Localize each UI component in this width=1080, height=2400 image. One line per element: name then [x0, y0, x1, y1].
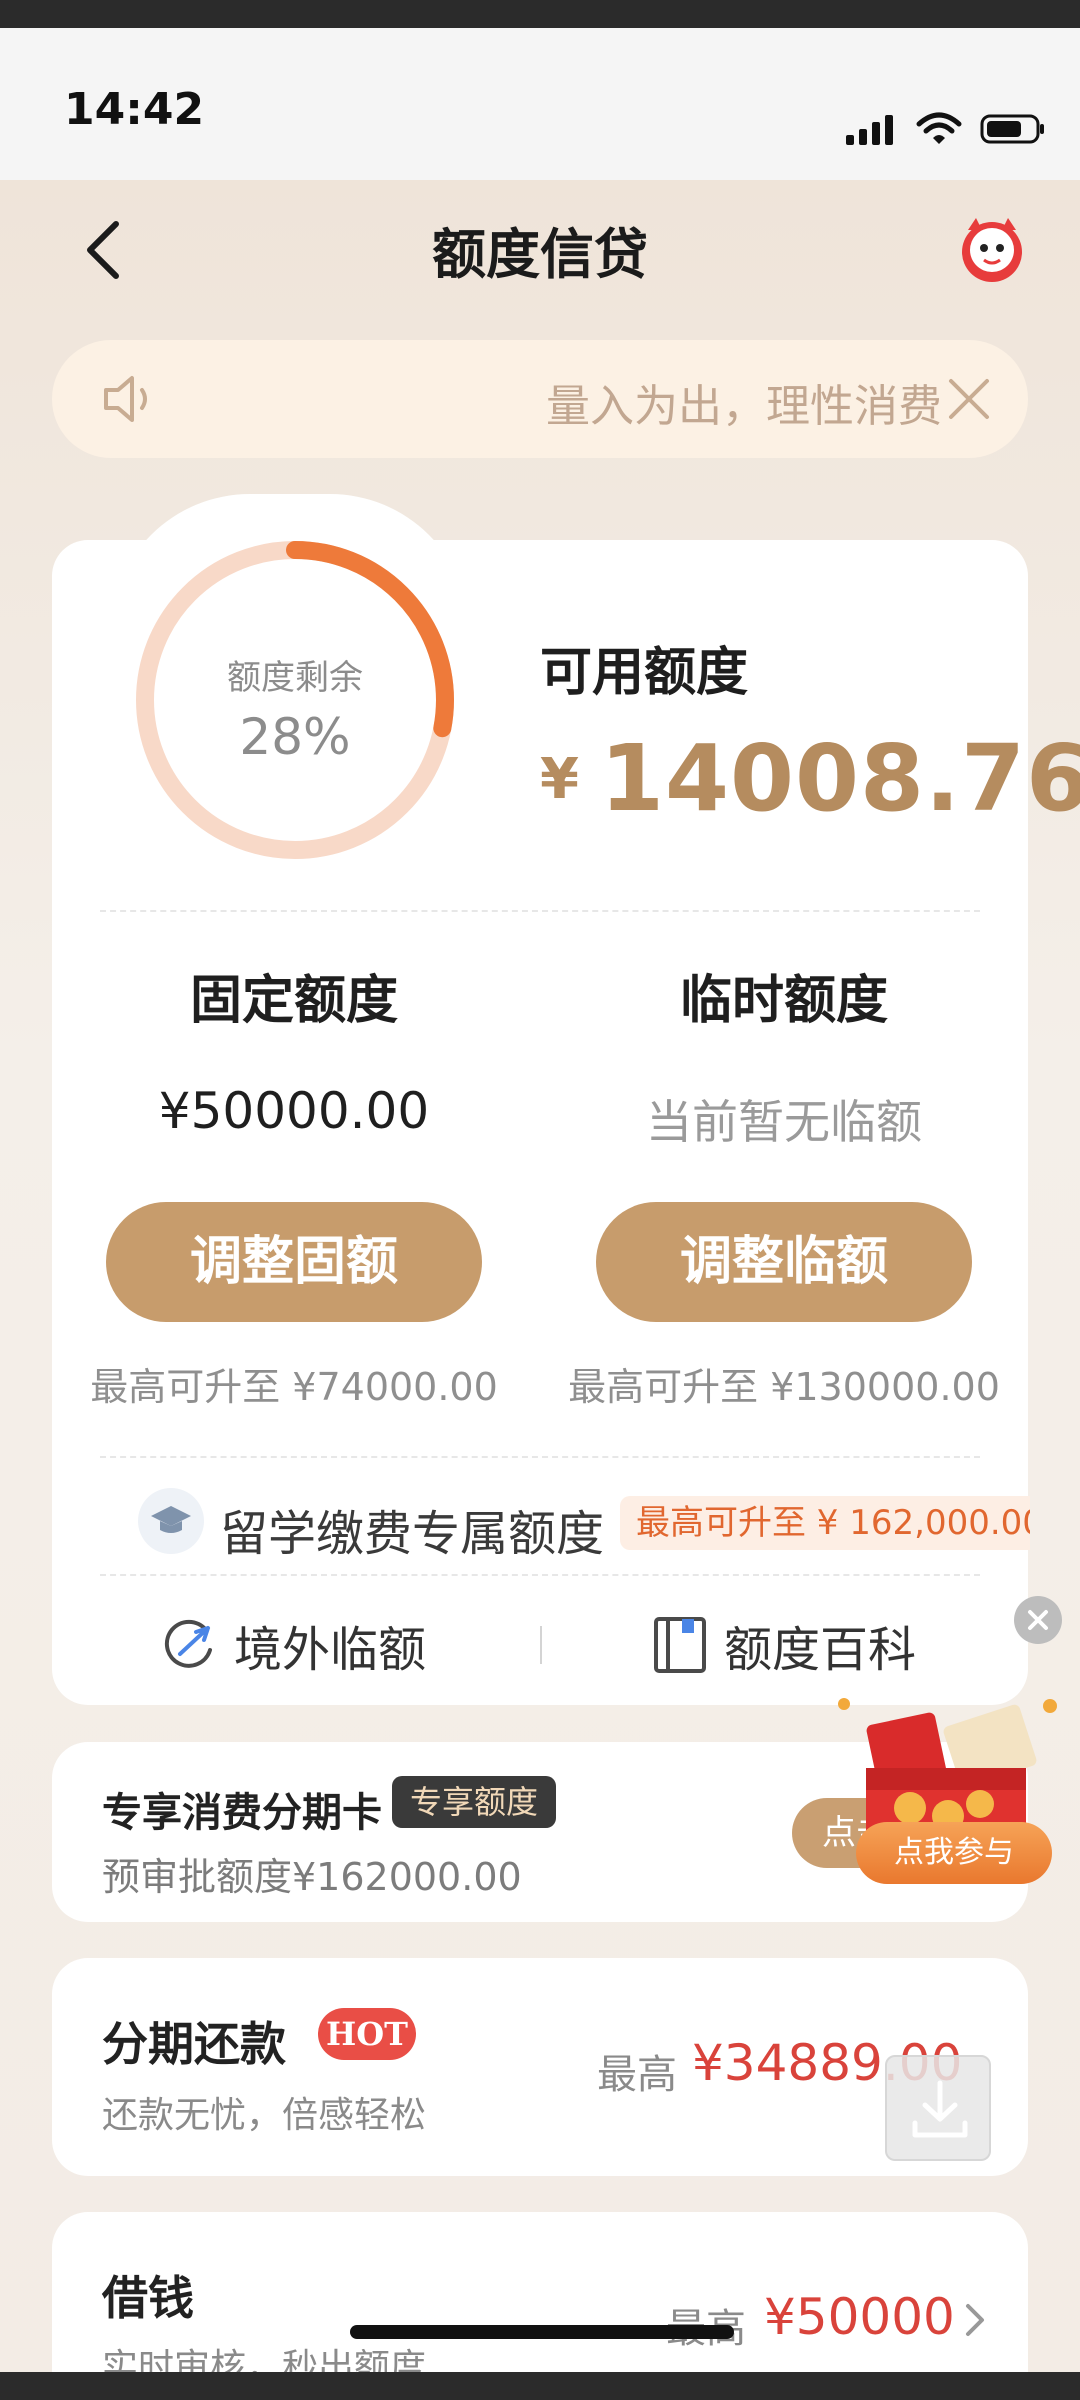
link-separator: [540, 1626, 542, 1664]
status-time: 14:42: [64, 84, 205, 135]
repay-sub: 还款无忧，倍感轻松: [102, 2095, 427, 2136]
close-promo-icon[interactable]: [1014, 1596, 1062, 1644]
battery-icon: [980, 114, 1044, 144]
participate-button[interactable]: 点我参与: [856, 1822, 1052, 1884]
exclusive-badge: 专享额度: [392, 1776, 557, 1828]
study-fee-tag: 最高可升至 ¥ 162,000.00: [620, 1496, 1030, 1550]
divider: [100, 910, 980, 912]
installment-card-title: 专享消费分期卡: [102, 1790, 382, 1836]
fixed-credit-value: ¥50000.00: [158, 1082, 430, 1140]
installment-repay-card[interactable]: 分期还款 HOT 还款无忧，倍感轻松 最高 ¥34889.00: [52, 1958, 1028, 2176]
ring-percent: 28%: [239, 708, 351, 766]
credit-wiki-label: 额度百科: [724, 1622, 917, 1678]
credit-wiki-link[interactable]: 额度百科: [652, 1610, 916, 1680]
currency-symbol: ¥: [540, 747, 580, 812]
hot-badge: HOT: [318, 2008, 416, 2060]
status-icons: [846, 112, 1046, 146]
temp-credit-value: 当前暂无临额: [646, 1095, 922, 1149]
nav-bar: 额度信贷: [0, 180, 1080, 320]
available-amount: ¥14008.76: [540, 725, 1080, 832]
temp-credit-title: 临时额度: [679, 971, 888, 1031]
wifi-icon: [916, 112, 962, 144]
fixed-max-note: 最高可升至 ¥74000.00: [90, 1365, 498, 1409]
graduation-cap-icon: [138, 1488, 204, 1554]
adjust-fixed-button[interactable]: 调整固额: [106, 1202, 482, 1322]
adjust-temp-button[interactable]: 调整临额: [596, 1202, 972, 1322]
borrow-max-value: ¥50000: [764, 2288, 955, 2346]
notice-text: 量入为出，理性消费: [546, 381, 942, 432]
notice-bar: 量入为出，理性消费: [52, 340, 1028, 458]
download-button[interactable]: [885, 2055, 991, 2161]
page-title: 额度信贷: [432, 223, 648, 286]
available-label: 可用额度: [540, 643, 749, 703]
temp-max-note: 最高可升至 ¥130000.00: [568, 1365, 1000, 1409]
home-indicator: [350, 2325, 734, 2339]
plane-globe-icon: [164, 1619, 212, 1668]
signal-icon: [846, 115, 893, 145]
remaining-ring-chart: [136, 541, 454, 859]
study-fee-label: 留学缴费专属额度: [220, 1506, 605, 1562]
available-amount-number: 14008.76: [599, 725, 1080, 832]
download-icon: [912, 2080, 968, 2138]
book-icon: [654, 1617, 706, 1673]
repay-title: 分期还款: [102, 2017, 286, 2071]
speaker-icon: [104, 376, 147, 422]
borrow-title: 借钱: [102, 2271, 194, 2325]
divider: [100, 1456, 980, 1458]
bottom-edge: [0, 2372, 1080, 2400]
divider: [100, 1574, 980, 1576]
overseas-temp-link[interactable]: 境外临额: [160, 1610, 426, 1680]
study-fee-credit-row[interactable]: 留学缴费专属额度 最高可升至 ¥ 162,000.00: [130, 1488, 1030, 1562]
repay-max-label: 最高: [597, 2052, 677, 2098]
quick-links: 境外临额 额度百科: [52, 1600, 1028, 1684]
installment-card-sub: 预审批额度¥162000.00: [102, 1855, 522, 1899]
chevron-right-icon: [966, 2304, 984, 2336]
overseas-temp-label: 境外临额: [234, 1622, 427, 1678]
fixed-credit-title: 固定额度: [189, 971, 398, 1031]
close-notice-icon[interactable]: [946, 376, 992, 422]
top-edge: [0, 0, 1080, 28]
ring-label: 额度剩余: [227, 658, 363, 698]
status-bar: 14:42: [0, 28, 1080, 180]
mascot-service-icon[interactable]: [954, 212, 1030, 288]
